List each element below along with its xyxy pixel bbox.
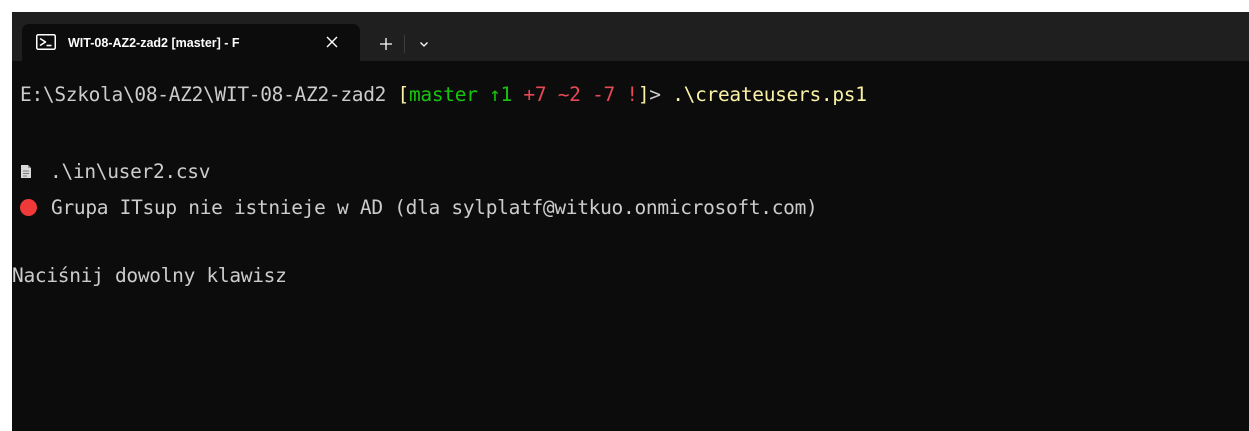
git-bracket-open: [ xyxy=(397,83,410,106)
prompt-path: E:\Szkola\08-AZ2\WIT-08-AZ2-zad2 xyxy=(20,83,398,106)
git-branch: master xyxy=(408,83,490,106)
prompt-line: E:\Szkola\08-AZ2\WIT-08-AZ2-zad2 [master… xyxy=(20,78,867,112)
tab-powershell[interactable]: WIT-08-AZ2-zad2 [master] - F xyxy=(22,24,360,61)
plus-icon xyxy=(380,38,392,50)
red-circle-icon xyxy=(20,199,37,216)
command-text: .\createusers.ps1 xyxy=(672,83,867,106)
chevron-down-icon xyxy=(420,42,428,47)
press-key-line: Naciśnij dowolny klawisz xyxy=(12,259,287,293)
error-line: Grupa ITsup nie istnieje w AD (dla sylpl… xyxy=(20,191,818,225)
git-modified: ~2 xyxy=(557,83,593,106)
git-deleted: -7 xyxy=(592,83,627,106)
prompt-end: > xyxy=(649,83,673,106)
file-icon xyxy=(20,156,32,178)
new-tab-button[interactable] xyxy=(374,32,398,56)
error-message: Grupa ITsup nie istnieje w AD (dla sylpl… xyxy=(51,196,818,219)
git-unstaged: ! xyxy=(626,83,638,106)
git-added: +7 xyxy=(523,83,558,106)
tab-divider xyxy=(404,35,405,53)
close-icon[interactable] xyxy=(320,30,344,54)
powershell-icon xyxy=(36,34,56,50)
press-key-text: Naciśnij dowolny klawisz xyxy=(12,264,287,287)
git-ahead: ↑1 xyxy=(489,83,524,106)
tab-title: WIT-08-AZ2-zad2 [master] - F xyxy=(68,36,240,50)
file-path: .\in\user2.csv xyxy=(50,160,211,183)
terminal-output[interactable]: E:\Szkola\08-AZ2\WIT-08-AZ2-zad2 [master… xyxy=(12,61,1249,431)
tab-bar: WIT-08-AZ2-zad2 [master] - F xyxy=(12,12,1249,61)
file-line: .\in\user2.csv xyxy=(20,155,210,189)
terminal-window: WIT-08-AZ2-zad2 [master] - F E:\Szkola\0… xyxy=(12,12,1249,431)
tab-dropdown-button[interactable] xyxy=(412,32,436,56)
git-bracket-close: ] xyxy=(637,83,650,106)
